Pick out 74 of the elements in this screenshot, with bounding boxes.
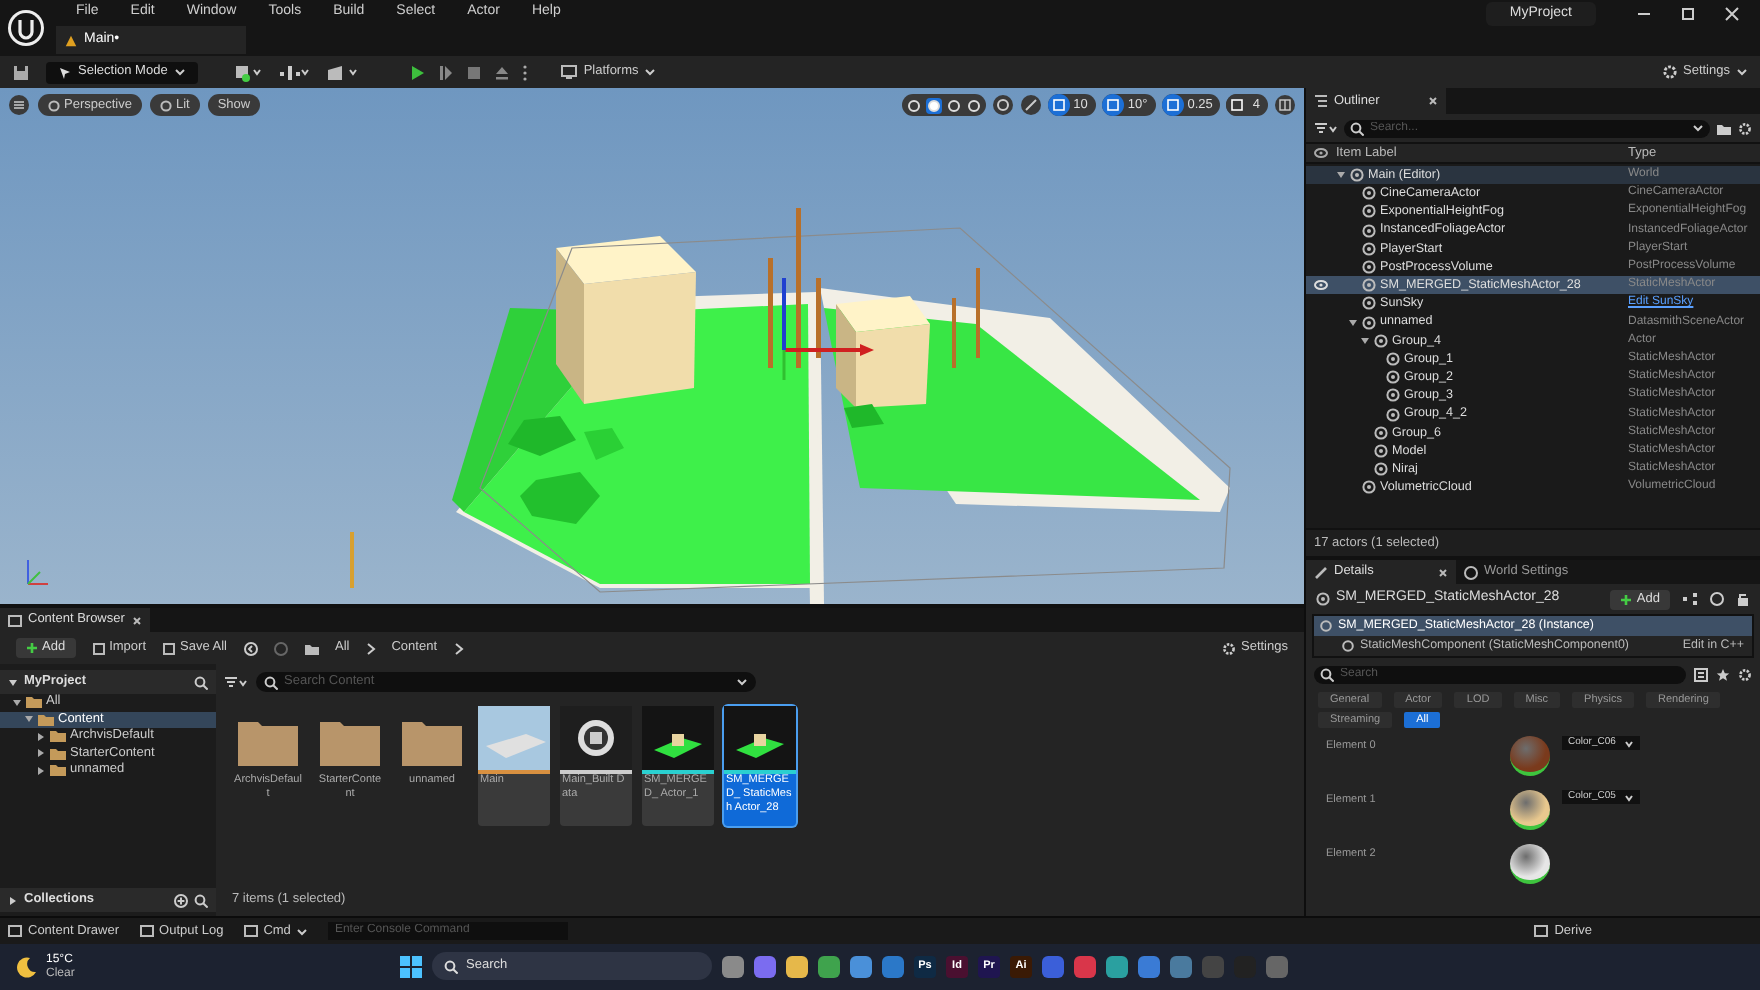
- search-icon: [444, 959, 458, 973]
- app-icon[interactable]: [1106, 955, 1128, 977]
- monitor-icon: [559, 64, 578, 80]
- menu-icon[interactable]: [8, 94, 30, 116]
- app-icon[interactable]: [722, 955, 744, 977]
- lock-icon[interactable]: [1736, 592, 1750, 606]
- filter-icon[interactable]: [224, 675, 248, 689]
- plus-icon: [1620, 593, 1633, 605]
- cursor-icon: [58, 65, 72, 79]
- chevron-icon: [453, 641, 464, 655]
- collapsed-icon[interactable]: [8, 895, 18, 905]
- add-folder-icon[interactable]: [1716, 121, 1732, 135]
- search-icon[interactable]: [194, 893, 208, 907]
- blueprint-icon[interactable]: [1682, 592, 1698, 606]
- app-icon[interactable]: [818, 955, 840, 977]
- pencil-icon: [1314, 565, 1328, 579]
- moon-icon[interactable]: [16, 956, 38, 978]
- layout-icon[interactable]: [1274, 94, 1296, 116]
- settings-icon: [1221, 641, 1235, 655]
- close-icon[interactable]: [132, 615, 142, 625]
- search-icon[interactable]: [194, 675, 208, 689]
- level-icon: [64, 33, 78, 47]
- caret-icon: [1623, 739, 1634, 747]
- maximize-icon[interactable]: [1680, 6, 1696, 24]
- app-icon[interactable]: [754, 955, 776, 977]
- app-icon[interactable]: [850, 955, 872, 977]
- blueprint-icon[interactable]: [277, 63, 310, 81]
- list-icon: [1314, 94, 1328, 108]
- search-icon: [1350, 121, 1364, 135]
- transform-tools[interactable]: [901, 94, 986, 116]
- visibility-icon[interactable]: [1314, 148, 1328, 158]
- app-icon[interactable]: [1138, 955, 1160, 977]
- star-icon[interactable]: [1716, 668, 1730, 682]
- play-icon[interactable]: [409, 63, 426, 81]
- app-icon[interactable]: [1170, 955, 1192, 977]
- chevron-icon: [365, 641, 376, 655]
- settings-icon[interactable]: [1738, 121, 1752, 135]
- asset-thumbnail: [560, 706, 632, 774]
- caret-icon: [173, 66, 186, 78]
- caret-icon: [644, 66, 657, 78]
- stop-icon[interactable]: [465, 63, 482, 81]
- surface-snap-icon[interactable]: [1019, 94, 1042, 116]
- close-icon[interactable]: [1724, 6, 1740, 24]
- collapse-icon[interactable]: [8, 677, 18, 687]
- asset-thumbnail: [642, 706, 714, 774]
- search-icon: [1320, 668, 1334, 682]
- caret-icon: [1692, 122, 1704, 134]
- caret-icon: [1623, 793, 1634, 801]
- actor-icon: [1316, 592, 1330, 606]
- step-icon[interactable]: [437, 63, 454, 81]
- back-icon[interactable]: [243, 641, 257, 655]
- level-thumbnail: [478, 706, 550, 774]
- app-icon[interactable]: [882, 955, 904, 977]
- table-icon[interactable]: [1694, 668, 1708, 682]
- start-icon[interactable]: [400, 955, 422, 977]
- eject-icon[interactable]: [493, 63, 510, 81]
- filter-icon[interactable]: [1314, 121, 1338, 135]
- close-icon[interactable]: [1438, 567, 1448, 577]
- asset-thumbnail: [724, 706, 796, 774]
- caret-icon: [1736, 66, 1748, 78]
- close-icon[interactable]: [1428, 96, 1438, 106]
- settings-icon: [1661, 64, 1677, 80]
- cinematics-icon[interactable]: [325, 63, 358, 81]
- plus-icon: [26, 642, 38, 654]
- expanded-icon[interactable]: [1336, 170, 1346, 181]
- app-icon[interactable]: [786, 955, 808, 977]
- settings-icon[interactable]: [1738, 668, 1752, 682]
- caret-icon: [296, 925, 309, 937]
- add-collection-icon[interactable]: [174, 893, 188, 907]
- more-options-icon[interactable]: [521, 63, 528, 81]
- search-icon: [264, 675, 278, 689]
- caret-icon: [736, 676, 748, 688]
- engine-logo-icon: [6, 8, 46, 50]
- add-actor-icon[interactable]: [233, 63, 262, 81]
